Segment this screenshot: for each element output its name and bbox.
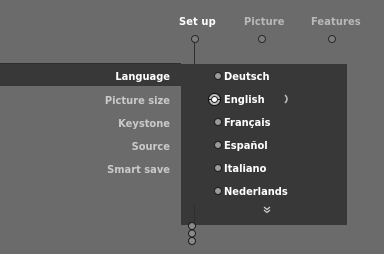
option-bullet-icon (214, 164, 222, 172)
tab-picture-indicator-icon (258, 35, 266, 43)
language-option-espanol[interactable]: Español (224, 139, 268, 152)
tab-picture[interactable]: Picture (244, 15, 285, 28)
setup-item-keystone[interactable]: Keystone (118, 117, 170, 130)
language-option-deutsch[interactable]: Deutsch (224, 70, 270, 83)
option-bullet-icon (214, 72, 222, 80)
option-bullet-icon (214, 118, 222, 126)
option-bullet-icon (214, 141, 222, 149)
scroll-stack-icon (188, 222, 196, 245)
language-option-nederlands[interactable]: Nederlands (224, 185, 288, 198)
parenthesis-icon (284, 94, 288, 104)
setup-item-language[interactable]: Language (115, 70, 170, 83)
tab-features-indicator-icon (328, 35, 336, 43)
option-bullet-icon (214, 187, 222, 195)
language-option-francais[interactable]: Français (224, 116, 271, 129)
chevron-double-down-icon[interactable] (263, 206, 271, 214)
tab-setup[interactable]: Set up (179, 15, 216, 28)
setup-item-source[interactable]: Source (132, 140, 170, 153)
connector-line (194, 43, 195, 65)
language-option-english[interactable]: English (224, 93, 265, 106)
setup-item-smart-save[interactable]: Smart save (107, 163, 170, 176)
tab-features[interactable]: Features (311, 15, 361, 28)
language-option-italiano[interactable]: Italiano (224, 162, 266, 175)
radio-selected-icon (208, 93, 221, 106)
tab-setup-indicator-icon (191, 35, 199, 43)
setup-item-picture-size[interactable]: Picture size (105, 94, 170, 107)
